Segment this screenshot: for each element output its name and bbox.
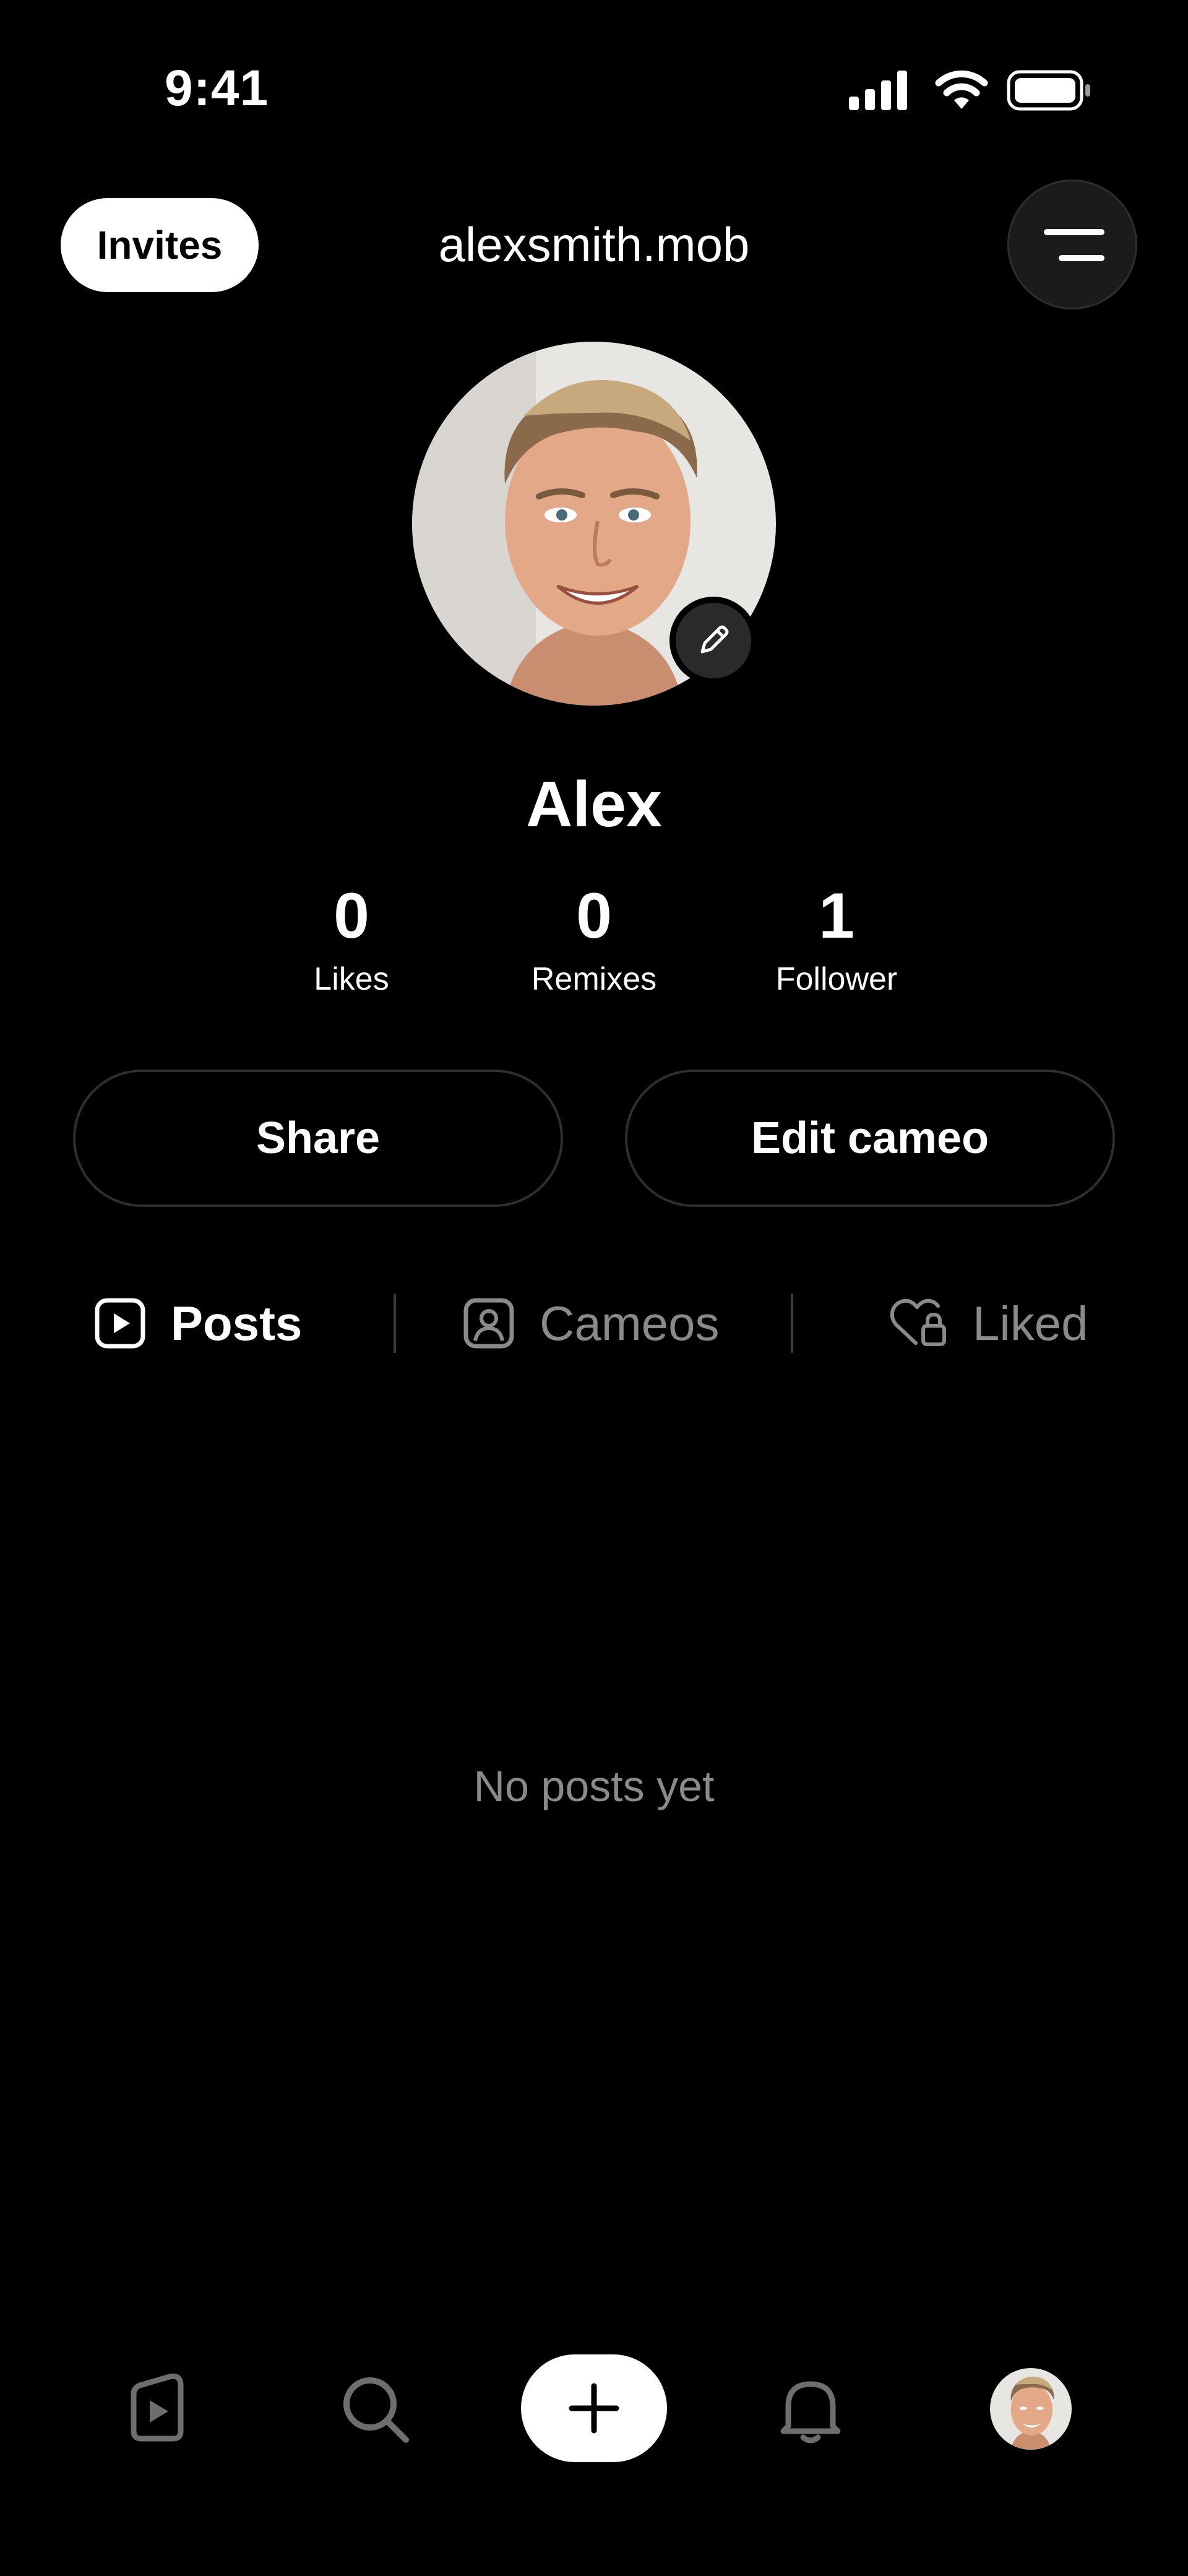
stat-remixes-label: Remixes <box>531 961 657 997</box>
tab-liked-label: Liked <box>973 1295 1088 1351</box>
menu-button[interactable] <box>1007 179 1137 309</box>
tab-divider <box>394 1294 396 1353</box>
stat-followers-label: Follower <box>775 961 898 997</box>
tab-posts-label: Posts <box>171 1295 303 1351</box>
bell-icon <box>780 2381 841 2444</box>
plus-icon <box>569 2383 619 2434</box>
tab-liked[interactable]: Liked <box>889 1287 1088 1359</box>
status-time: 9:41 <box>165 60 269 116</box>
battery-icon <box>1007 70 1090 111</box>
avatar-photo <box>990 2368 1072 2450</box>
cellular-signal-icon <box>849 71 907 110</box>
pencil-icon <box>700 625 729 654</box>
display-name: Alex <box>526 768 662 841</box>
play-square-icon <box>94 1297 146 1349</box>
nav-profile[interactable] <box>990 2368 1072 2450</box>
empty-state-message: No posts yet <box>473 1762 715 1810</box>
menu-icon <box>1044 229 1104 261</box>
nav-search[interactable] <box>332 2366 418 2452</box>
play-hexagon-icon <box>131 2373 184 2442</box>
stat-remixes-value: 0 <box>576 880 612 952</box>
nav-feed[interactable] <box>114 2366 200 2452</box>
status-icons-svg <box>849 70 1090 111</box>
tab-posts[interactable]: Posts <box>94 1287 302 1359</box>
wifi-icon <box>935 70 988 109</box>
stat-followers[interactable]: 1 Follower <box>744 884 929 1008</box>
tab-cameos-label: Cameos <box>540 1295 720 1351</box>
stat-likes-value: 0 <box>334 880 369 952</box>
stat-remixes: 0 Remixes <box>501 884 687 1008</box>
stat-likes: 0 Likes <box>259 884 444 1008</box>
share-button[interactable]: Share <box>73 1070 563 1207</box>
status-icons <box>849 68 1090 111</box>
tab-divider <box>791 1294 793 1353</box>
tab-cameos[interactable]: Cameos <box>463 1287 719 1359</box>
nav-notifications[interactable] <box>767 2366 854 2452</box>
invites-button[interactable]: Invites <box>61 198 259 292</box>
person-portrait-icon <box>463 1297 515 1349</box>
stat-likes-label: Likes <box>314 961 389 997</box>
stat-followers-value: 1 <box>819 880 854 952</box>
edit-avatar-button[interactable] <box>669 597 757 685</box>
username-title: alexsmith.mob <box>438 217 750 272</box>
edit-cameo-button[interactable]: Edit cameo <box>625 1070 1115 1207</box>
heart-lock-icon <box>889 1297 948 1349</box>
search-icon <box>343 2377 409 2443</box>
create-button[interactable] <box>521 2354 667 2462</box>
